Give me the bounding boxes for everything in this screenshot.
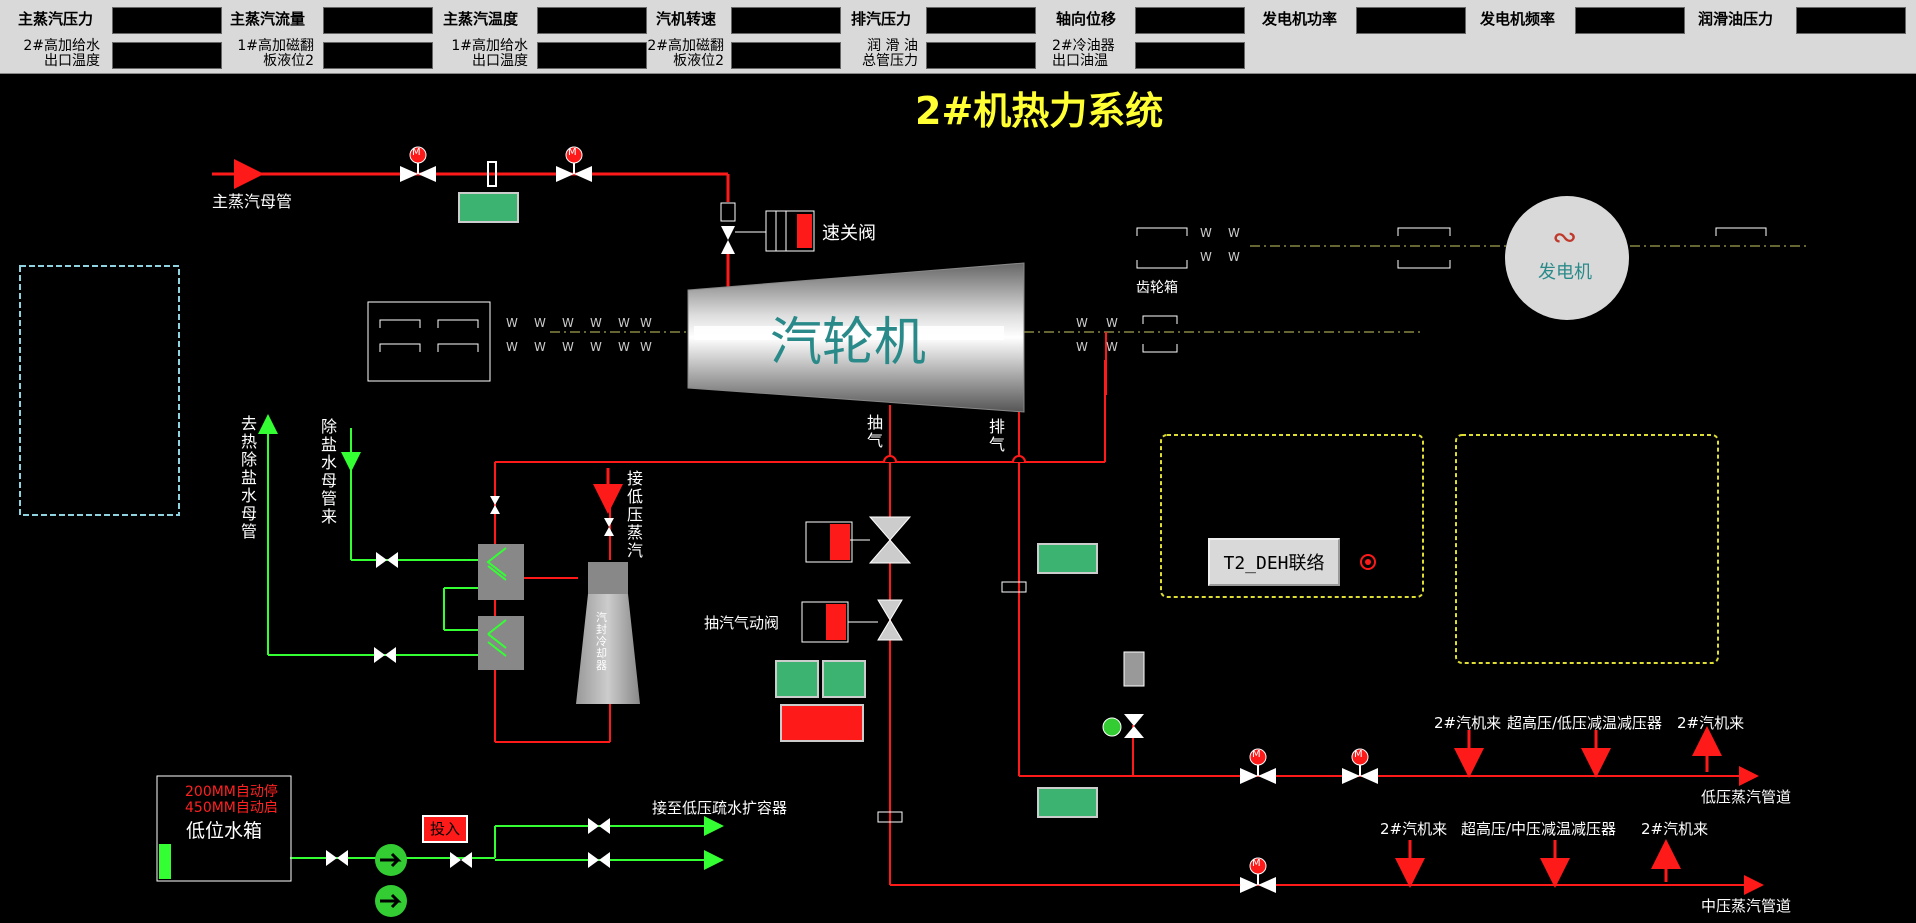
right-panel-frame [1455,434,1719,664]
filter-and-valve [1102,651,1145,738]
label-quick-close-valve: 速关阀 [822,223,876,244]
tank-name-label: 低位水箱 [186,820,263,842]
to-heat-desalt-label: 去 热 除 盐 水 母 管 [240,414,257,541]
orifice-exhaust [1001,581,1027,593]
label-main-steam-header: 主蒸汽母管 [212,192,293,211]
seal-cooler-label: 汽封冷却器 [596,611,607,672]
turbine-label: 汽轮机 [770,313,927,373]
status-indicator-lp [1037,787,1098,818]
water-valves [326,552,610,868]
low-press-steam-label: 接 低 压 蒸 汽 [626,469,643,560]
small-valves [490,496,614,536]
status-indicator-valve-b [822,660,866,698]
tank-start-warning: 450MM自动启 [185,800,278,816]
extraction-valve-2 [801,599,903,643]
put-in-button[interactable]: 投入 [422,815,468,843]
deh-link-button[interactable]: T2_DEH联络 [1208,538,1340,586]
pump-2 [375,885,407,917]
lp-pipe-label: 低压蒸汽管道 [1701,788,1792,806]
extraction-label: 抽 气 [866,413,883,450]
pump-1 [375,844,407,876]
extraction-valve-label: 抽汽气动阀 [704,614,780,632]
mp-source-1: 2#汽机来 [1380,820,1448,838]
quick-close-valve [720,202,815,254]
left-panel-frame [19,265,180,516]
extraction-valve-1 [805,516,912,564]
process-diagram [19,146,1806,917]
tank-stop-warning: 200MM自动停 [185,784,278,800]
mp-pipe-label: 中压蒸汽管道 [1701,897,1792,915]
from-desalt-label: 除 盐 水 母 管 来 [320,417,337,526]
alarm-indicator [780,704,864,742]
lp-source-1: 2#汽机来 [1434,714,1502,732]
front-bearing-box [367,301,491,382]
lp-source-2: 超高压/低压减温减压器 [1507,714,1663,732]
heat-exchanger-1 [478,544,524,600]
lp-source-3: 2#汽机来 [1677,714,1745,732]
mp-source-2: 超高压/中压减温减压器 [1461,820,1617,838]
status-indicator-exhaust [1037,543,1098,574]
generator-symbol: ∾ [1552,220,1578,255]
mp-source-3: 2#汽机来 [1641,820,1709,838]
exhaust-label: 排 气 [988,417,1005,454]
status-indicator-valve-a [775,660,819,698]
heat-exchanger-2 [478,616,524,670]
drain-expander-label: 接至低压疏水扩容器 [652,799,788,817]
generator-label: 发电机 [1538,262,1592,283]
status-indicator-main-steam [458,192,519,223]
gearbox-label: 齿轮箱 [1136,280,1178,296]
tank-level-bar [159,844,171,879]
